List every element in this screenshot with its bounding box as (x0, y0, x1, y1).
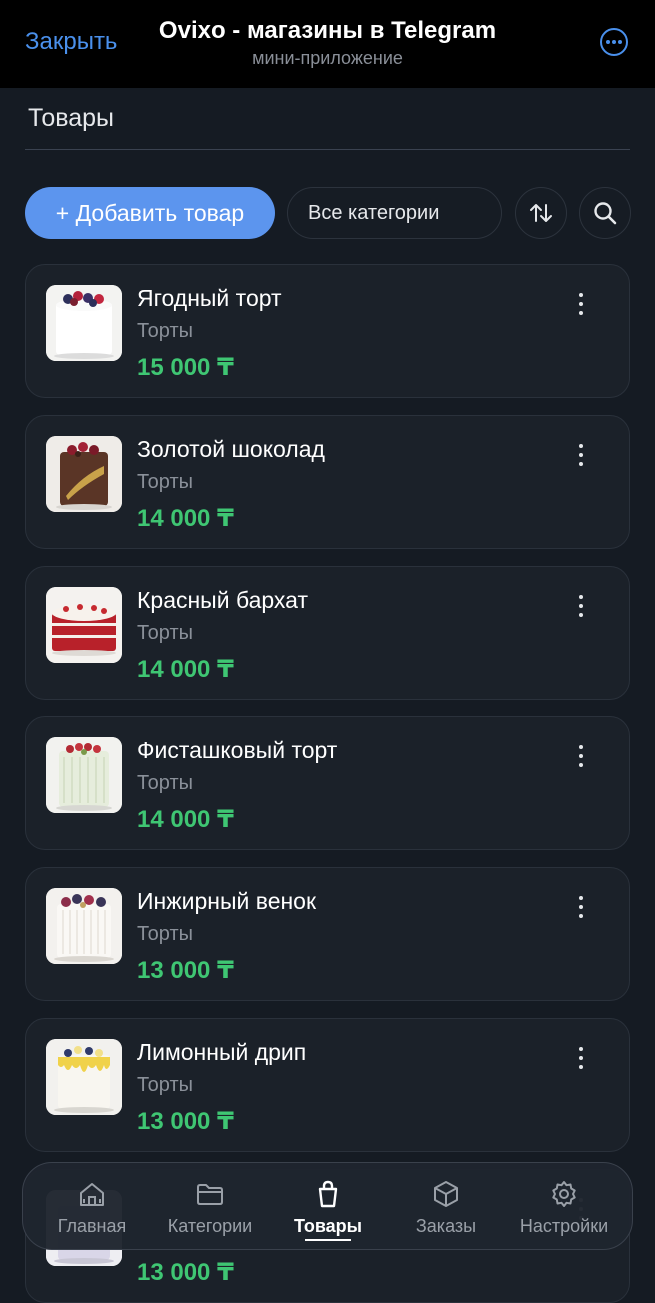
product-name: Ягодный торт (137, 285, 282, 311)
app-title: Ovixo - магазины в Telegram (158, 17, 497, 44)
product-price: 14 000 ₸ (137, 656, 234, 683)
nav-item-products[interactable]: Товары (269, 1163, 387, 1251)
more-vertical-icon[interactable] (566, 1043, 596, 1073)
product-category: Торты (137, 320, 193, 342)
add-product-button[interactable]: + Добавить товар (25, 187, 275, 239)
product-category: Торты (137, 923, 193, 945)
bottom-navigation: Главная Категории Товары Заказы Настройк… (22, 1162, 633, 1250)
product-category: Торты (137, 622, 193, 644)
product-card[interactable]: Ягодный торт Торты 15 000 ₸ (25, 264, 630, 398)
product-image (46, 587, 122, 663)
product-image (46, 436, 122, 512)
nav-item-categories[interactable]: Категории (151, 1163, 269, 1251)
product-image (46, 1039, 122, 1115)
product-price: 13 000 ₸ (137, 1259, 234, 1286)
more-vertical-icon[interactable] (566, 289, 596, 319)
product-price: 14 000 ₸ (137, 806, 234, 833)
product-image (46, 888, 122, 964)
category-select[interactable]: Все категории (287, 187, 502, 239)
product-price: 13 000 ₸ (137, 957, 234, 984)
product-price: 15 000 ₸ (137, 354, 234, 381)
nav-item-home[interactable]: Главная (33, 1163, 151, 1251)
product-price: 14 000 ₸ (137, 505, 234, 532)
gear-icon (552, 1181, 576, 1207)
product-card[interactable]: Лимонный дрип Торты 13 000 ₸ (25, 1018, 630, 1152)
product-category: Торты (137, 1074, 193, 1096)
divider (25, 149, 630, 150)
bag-icon (318, 1180, 338, 1208)
search-icon (594, 202, 617, 225)
product-name: Лимонный дрип (137, 1039, 307, 1065)
more-circle-icon[interactable] (600, 28, 628, 56)
nav-label-settings: Настройки (519, 1216, 609, 1236)
telegram-header: Закрыть Ovixo - магазины в Telegram мини… (0, 0, 655, 88)
product-name: Инжирный венок (137, 888, 317, 914)
more-vertical-icon[interactable] (566, 741, 596, 771)
active-tab-indicator (305, 1239, 351, 1241)
folder-icon (197, 1184, 223, 1205)
home-icon (80, 1183, 104, 1206)
product-image (46, 737, 122, 813)
product-card[interactable]: Инжирный венок Торты 13 000 ₸ (25, 867, 630, 1001)
app-subtitle: мини-приложение (252, 48, 403, 68)
search-button[interactable] (579, 187, 631, 239)
nav-label-home: Главная (57, 1216, 127, 1236)
product-card[interactable]: Красный бархат Торты 14 000 ₸ (25, 566, 630, 700)
sort-arrows-icon (530, 204, 552, 222)
product-price: 13 000 ₸ (137, 1108, 234, 1135)
more-vertical-icon[interactable] (566, 591, 596, 621)
product-category: Торты (137, 471, 193, 493)
product-name: Золотой шоколад (137, 436, 325, 462)
header-title-block: Ovixo - магазины в Telegram мини-приложе… (0, 15, 655, 69)
more-vertical-icon[interactable] (566, 440, 596, 470)
nav-label-orders: Заказы (415, 1216, 477, 1236)
product-image (46, 285, 122, 361)
page-title: Товары (28, 104, 114, 132)
sort-button[interactable] (515, 187, 567, 239)
nav-item-settings[interactable]: Настройки (505, 1163, 623, 1251)
box-icon (434, 1181, 458, 1207)
product-name: Фисташковый торт (137, 737, 338, 763)
nav-label-categories: Категории (167, 1216, 253, 1236)
nav-item-orders[interactable]: Заказы (387, 1163, 505, 1251)
product-card[interactable]: Фисташковый торт Торты 14 000 ₸ (25, 716, 630, 850)
product-category: Торты (137, 772, 193, 794)
nav-label-products: Товары (293, 1216, 363, 1236)
product-name: Красный бархат (137, 587, 308, 613)
more-vertical-icon[interactable] (566, 892, 596, 922)
product-card[interactable]: Золотой шоколад Торты 14 000 ₸ (25, 415, 630, 549)
